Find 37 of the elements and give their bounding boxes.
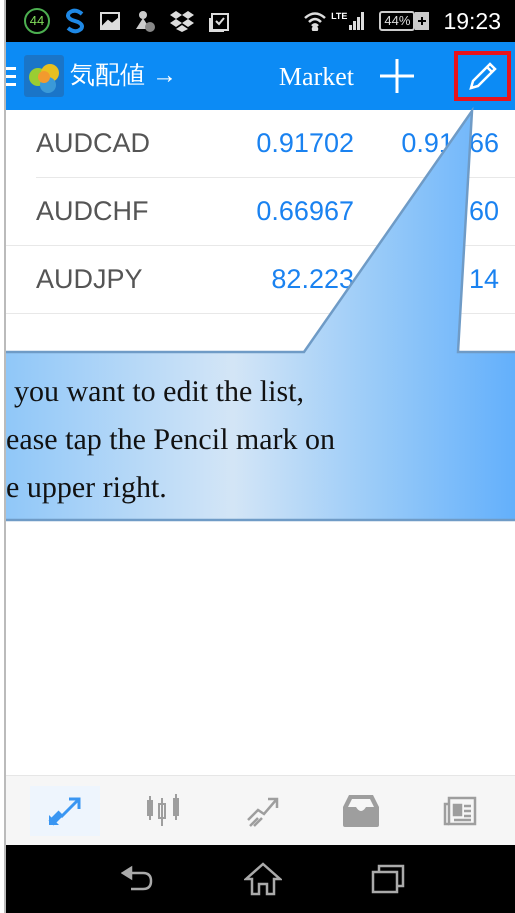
callout-text-line: you want to edit the list, <box>13 374 305 410</box>
ask-price: 14 <box>468 263 499 296</box>
network-label: LTE <box>331 12 348 21</box>
app-icon <box>134 9 156 33</box>
ask-price: 60 <box>468 195 499 228</box>
image-icon <box>100 12 120 30</box>
add-icon[interactable] <box>380 59 414 93</box>
market-label: Market <box>278 60 354 92</box>
recent-apps-icon[interactable] <box>370 864 404 894</box>
dropbox-icon <box>170 10 194 32</box>
callout-text-line: e upper right. <box>6 470 168 506</box>
clipboard-check-icon <box>208 10 230 32</box>
double-arrow-icon <box>47 794 84 826</box>
bid-price: 0.91702 <box>255 127 354 160</box>
screen-title: 気配値 → <box>70 60 177 92</box>
callout-text-line: ease tap the Pencil mark on <box>6 422 336 458</box>
charging-plus-icon <box>415 12 430 30</box>
bid-price: 82.223 <box>270 263 354 296</box>
nav-tab[interactable] <box>30 786 100 836</box>
bid-price: 0.66967 <box>255 195 354 228</box>
symbol-name: AUDJPY <box>36 263 144 296</box>
clock-time: 19:23 <box>443 6 501 36</box>
signal-icon <box>349 12 366 30</box>
inbox-tray-icon <box>343 794 380 826</box>
back-icon[interactable] <box>120 865 154 893</box>
pencil-icon <box>468 61 498 91</box>
home-icon[interactable] <box>244 862 282 896</box>
sync-icon <box>64 8 86 34</box>
app-logo-icon <box>24 55 64 97</box>
symbol-name: AUDCHF <box>36 195 150 228</box>
menu-icon[interactable] <box>6 65 16 87</box>
edit-button[interactable] <box>454 51 511 101</box>
ask-price: 66 <box>468 127 499 160</box>
newspaper-icon <box>442 796 477 826</box>
symbol-name: AUDCAD <box>36 127 152 160</box>
wifi-icon <box>303 11 328 31</box>
battery-badge: 44 <box>24 8 50 34</box>
